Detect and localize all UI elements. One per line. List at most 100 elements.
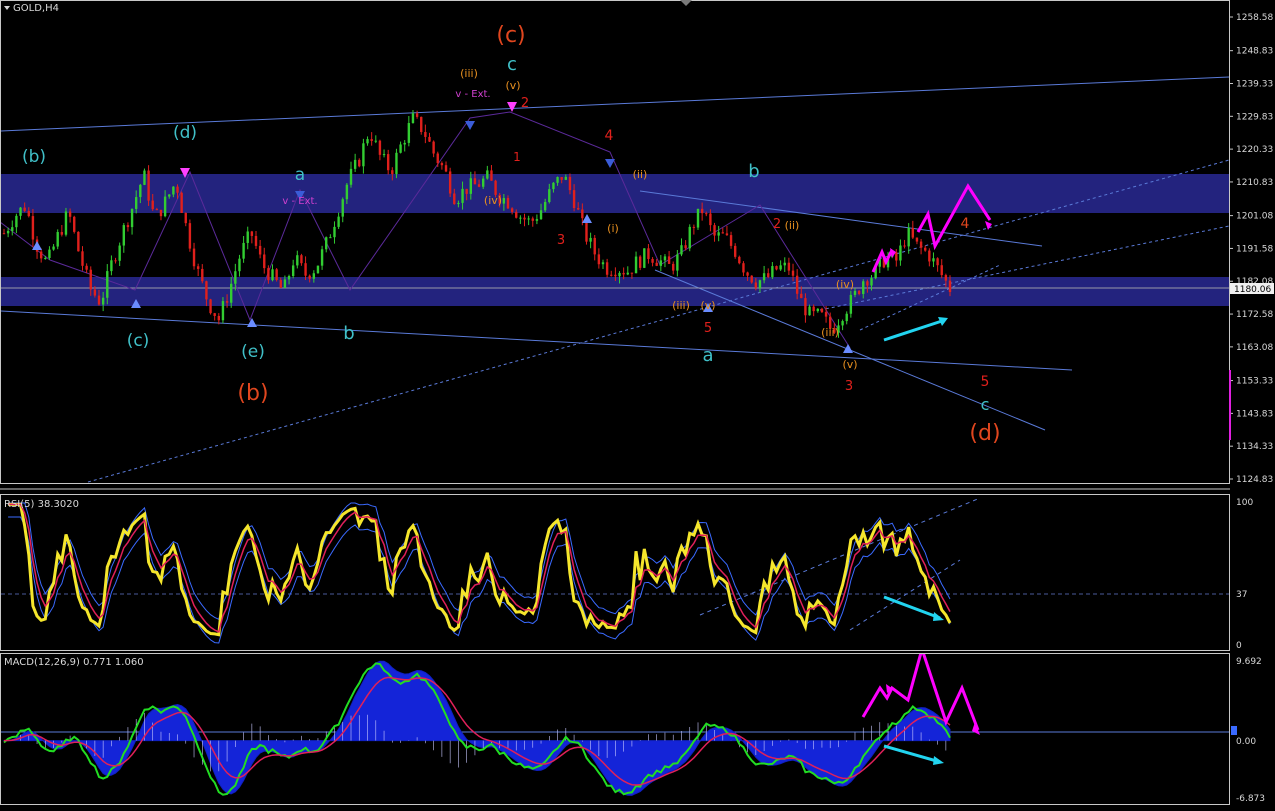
svg-text:-6.873: -6.873 (1236, 794, 1265, 804)
candle-body (746, 272, 749, 276)
candle-body (382, 154, 386, 156)
candle-body (300, 255, 303, 264)
candle-body (717, 232, 720, 236)
candle-body (60, 232, 64, 235)
svg-text:100: 100 (1236, 498, 1253, 508)
candle-body (539, 210, 543, 220)
candle-body (89, 269, 92, 290)
candle-body (118, 245, 121, 261)
candle-body (27, 210, 30, 217)
trading-chart: (c) c (iii) (v) v - Ext. 2 1 (b) (d) (c)… (0, 0, 1274, 805)
candle-body (97, 295, 101, 305)
candle-body (172, 186, 175, 195)
candle-body (630, 272, 634, 274)
candle-body (758, 280, 762, 288)
candle-body (733, 245, 737, 257)
candle-body (308, 275, 311, 279)
candle-body (762, 273, 766, 281)
candle-body (11, 227, 14, 231)
candle-body (841, 321, 844, 326)
candle-body (515, 211, 518, 218)
candle-body (486, 170, 489, 179)
candle-body (709, 213, 712, 226)
candle-body (940, 265, 943, 276)
candle-body (192, 248, 196, 267)
candle-body (106, 271, 109, 298)
candle-body (655, 262, 658, 266)
svg-text:4: 4 (961, 216, 970, 232)
wave-label-d-major: (d) (969, 421, 1000, 446)
wave-label-e: (e) (241, 342, 265, 362)
candle-body (481, 178, 485, 187)
candle-body (271, 269, 274, 281)
candle-body (250, 231, 254, 236)
candle-body (494, 180, 497, 195)
candle-body (196, 266, 200, 269)
candle-body (601, 262, 605, 265)
candle-body (564, 176, 568, 180)
candle-body (444, 165, 448, 172)
candle-body (795, 275, 799, 294)
candle-body (622, 272, 625, 275)
candle-body (729, 235, 733, 246)
candle-body (684, 245, 687, 249)
svg-text:2: 2 (773, 217, 781, 232)
candle-body (403, 142, 406, 145)
wave-label-c: c (507, 54, 517, 75)
price-tick-label: 1210.83 (1236, 178, 1273, 188)
candle-body (31, 216, 35, 240)
wave-label-b-left: (b) (22, 147, 46, 167)
candle-body (114, 260, 117, 262)
candle-body (936, 258, 939, 266)
candle-body (378, 140, 382, 155)
candle-body (213, 313, 216, 316)
support-zone (1, 277, 1229, 306)
svg-text:v - Ext.: v - Ext. (282, 196, 317, 207)
candle-body (122, 225, 125, 246)
candle-body (453, 193, 456, 205)
svg-text:3: 3 (557, 233, 565, 248)
price-tick-label: 1124.83 (1236, 475, 1273, 485)
candle-body (610, 274, 613, 276)
wave-label-b-major: (b) (237, 381, 268, 406)
price-tick-label: 1248.83 (1236, 47, 1273, 57)
candle-body (188, 223, 192, 249)
candle-body (899, 245, 902, 261)
candle-body (258, 245, 262, 255)
candle-body (767, 273, 770, 278)
candle-body (246, 231, 249, 243)
candle-body (209, 299, 212, 314)
candle-body (510, 208, 514, 212)
svg-text:b: b (748, 161, 759, 182)
candle-body (436, 153, 439, 164)
candle-body (849, 294, 853, 314)
candle-body (473, 178, 477, 185)
svg-text:(iii): (iii) (672, 299, 690, 312)
candle-body (626, 272, 629, 275)
candle-body (184, 212, 187, 224)
candle-body (477, 184, 481, 187)
svg-text:(iii): (iii) (460, 67, 478, 80)
svg-text:c: c (981, 395, 990, 414)
candle-body (225, 301, 229, 303)
price-tick-label: 1143.83 (1236, 409, 1273, 419)
svg-text:(v): (v) (505, 79, 520, 92)
candle-body (560, 177, 563, 180)
svg-text:0.00: 0.00 (1236, 737, 1256, 747)
candle-body (283, 279, 287, 288)
candle-body (502, 198, 506, 204)
candle-body (932, 258, 935, 262)
candle-body (349, 168, 353, 185)
candle-body (531, 218, 534, 221)
candle-body (713, 225, 716, 236)
candle-body (440, 163, 444, 166)
candle-body (93, 289, 97, 296)
candle-body (659, 260, 663, 266)
svg-text:(iv): (iv) (836, 278, 854, 291)
svg-text:4: 4 (605, 128, 614, 144)
price-axis: 1258.58 1248.83 1239.33 1229.83 1220.33 1210.… (1229, 13, 1273, 485)
candle-body (238, 258, 241, 272)
candle-body (667, 256, 671, 264)
price-tick-label: 1163.08 (1236, 343, 1273, 353)
candle-body (535, 219, 539, 221)
